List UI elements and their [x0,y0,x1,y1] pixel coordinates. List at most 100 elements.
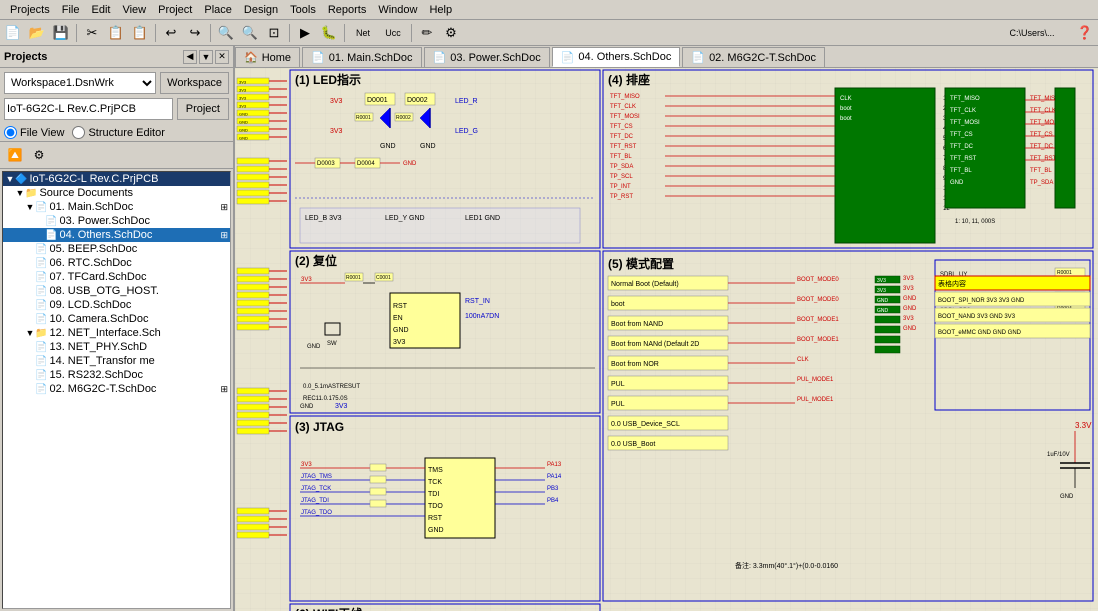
svg-text:LED1 GND: LED1 GND [465,215,500,222]
toolbar-open[interactable]: 📂 [26,22,48,44]
tree-file-beep[interactable]: 📄 05. BEEP.SchDoc [3,242,230,256]
toolbar-pen[interactable]: ✏ [416,22,438,44]
toolbar-new[interactable]: 📄 [2,22,24,44]
tree-file-nettrans[interactable]: 📄 14. NET_Transfor me [3,354,230,368]
tree-file-usb[interactable]: 📄 08. USB_OTG_HOST. [3,284,230,298]
svg-text:C0001: C0001 [376,275,391,281]
left-panel: Projects ◀ ▼ ✕ Workspace1.DsnWrk Workspa… [0,46,235,611]
tab-others-label: 04. Others.SchDoc [578,51,671,63]
tree-file-rtc[interactable]: 📄 06. RTC.SchDoc [3,256,230,270]
menu-design[interactable]: Design [238,2,284,18]
menu-bar: Projects File Edit View Project Place De… [0,0,1098,20]
tree-file-tfcard[interactable]: 📄 07. TFCard.SchDoc [3,270,230,284]
menu-project[interactable]: Project [152,2,198,18]
menu-view[interactable]: View [116,2,152,18]
toolbar-sep3 [210,24,211,42]
menu-help[interactable]: Help [423,2,458,18]
project-input[interactable] [4,98,173,120]
toolbar-help-icon[interactable]: ❓ [1074,22,1096,44]
workspace-dropdown[interactable]: Workspace1.DsnWrk [4,72,156,94]
tree-file-net[interactable]: ▼ 📁 12. NET_Interface.Sch [3,326,230,340]
tree-file-camera[interactable]: 📄 10. Camera.SchDoc [3,312,230,326]
project-button[interactable]: Project [177,98,229,120]
file-net-label: 12. NET_Interface.Sch [49,327,160,339]
toolbar-compile[interactable]: ▶ [294,22,316,44]
svg-text:GND: GND [239,136,248,141]
toolbar-save[interactable]: 💾 [50,22,72,44]
toolbar-settings[interactable]: C:\Users\... [992,22,1072,44]
expand-main-icon: ▼ [25,202,35,212]
svg-text:BOOT_MODE1: BOOT_MODE1 [797,317,839,323]
menu-projects[interactable]: Projects [4,2,56,18]
file-beep-label: 05. BEEP.SchDoc [49,243,137,255]
svg-text:boot: boot [840,116,852,122]
panel-close-btn[interactable]: ✕ [215,50,229,64]
tree-file-power[interactable]: 📄 03. Power.SchDoc [3,214,230,228]
svg-text:JTAG_TCK: JTAG_TCK [301,486,331,492]
svg-text:3V3: 3V3 [393,339,406,346]
expand-source-icon: ▼ [15,188,25,198]
tab-others[interactable]: 📄 04. Others.SchDoc [552,47,681,67]
toolbar-copy[interactable]: 📋 [105,22,127,44]
project-icon: 🔷 [15,174,27,185]
toolbar-zoom-in[interactable]: 🔍 [215,22,237,44]
toolbar-misc[interactable]: ⚙ [440,22,462,44]
panel-tool-options[interactable]: ⚙ [28,144,50,166]
toolbar-zoom-out[interactable]: 🔍 [239,22,261,44]
tree-file-m6g2c[interactable]: 📄 02. M6G2C-T.SchDoc ⊞ [3,382,230,396]
structure-editor-radio[interactable]: Structure Editor [72,126,164,139]
tree-file-lcd[interactable]: 📄 09. LCD.SchDoc [3,298,230,312]
toolbar-undo[interactable]: ↩ [160,22,182,44]
svg-text:PUL_MODE1: PUL_MODE1 [797,397,834,403]
tree-file-others[interactable]: 📄 04. Others.SchDoc ⊞ [3,228,230,242]
svg-text:3V3: 3V3 [239,104,247,109]
panel-back-btn[interactable]: ◀ [183,50,197,64]
svg-text:100nA7DN: 100nA7DN [465,313,499,320]
expand-net-icon: ▼ [25,328,35,338]
tab-power[interactable]: 📄 03. Power.SchDoc [424,47,550,67]
file-icon-m6g2c: ⊞ [220,384,228,395]
toolbar-paste[interactable]: 📋 [129,22,151,44]
svg-text:GND: GND [950,180,964,186]
tree-file-rs232[interactable]: 📄 15. RS232.SchDoc [3,368,230,382]
schematic-canvas[interactable]: 3V3 3V3 3V3 3V3 GND GND GND GND [235,68,1098,611]
file-main-label: 01. Main.SchDoc [49,201,133,213]
menu-reports[interactable]: Reports [322,2,373,18]
toolbar-net[interactable]: Net [349,22,377,44]
tree-source-docs[interactable]: ▼ 📁 Source Documents [3,186,230,200]
svg-text:GND: GND [239,120,248,125]
svg-text:R0002: R0002 [396,115,411,121]
menu-tools[interactable]: Tools [284,2,322,18]
tree-file-netphy[interactable]: 📄 13. NET_PHY.SchD [3,340,230,354]
file-view-radio[interactable]: File View [4,126,64,139]
file-tree[interactable]: ▼ 🔷 IoT-6G2C-L Rev.C.PrjPCB ▼ 📁 Source D… [2,171,231,609]
file-netphy-label: 13. NET_PHY.SchD [49,341,147,353]
doc-icon-rtc: 📄 [35,258,47,269]
toolbar-debug[interactable]: 🐛 [318,22,340,44]
svg-text:CLK: CLK [797,357,809,363]
toolbar-cut[interactable]: ✂ [81,22,103,44]
panel-menu-btn[interactable]: ▼ [199,50,213,64]
menu-window[interactable]: Window [372,2,423,18]
toolbar-ucc[interactable]: Ucc [379,22,407,44]
file-tfcard-label: 07. TFCard.SchDoc [49,271,146,283]
tree-file-main[interactable]: ▼ 📄 01. Main.SchDoc ⊞ [3,200,230,214]
svg-text:3V3: 3V3 [877,288,886,294]
menu-file[interactable]: File [56,2,86,18]
svg-text:TFT_BL: TFT_BL [1030,168,1052,174]
tab-main[interactable]: 📄 01. Main.SchDoc [302,47,421,67]
panel-tool-expand[interactable]: 🔼 [4,144,26,166]
view-toggle: File View Structure Editor [0,124,233,141]
tab-m6g2c[interactable]: 📄 02. M6G2C-T.SchDoc [682,47,825,67]
tab-home[interactable]: 🏠 Home [235,47,300,67]
workspace-button[interactable]: Workspace [160,72,229,94]
tree-root[interactable]: ▼ 🔷 IoT-6G2C-L Rev.C.PrjPCB [3,172,230,186]
svg-text:(6) WIFI天线: (6) WIFI天线 [295,606,362,611]
tree-root-label: IoT-6G2C-L Rev.C.PrjPCB [29,173,158,185]
toolbar-redo[interactable]: ↪ [184,22,206,44]
toolbar-fit[interactable]: ⊡ [263,22,285,44]
menu-edit[interactable]: Edit [85,2,116,18]
svg-text:0.0_5.1mASTRESUT: 0.0_5.1mASTRESUT [303,384,360,390]
svg-text:Normal Boot (Default): Normal Boot (Default) [611,281,679,288]
menu-place[interactable]: Place [198,2,238,18]
